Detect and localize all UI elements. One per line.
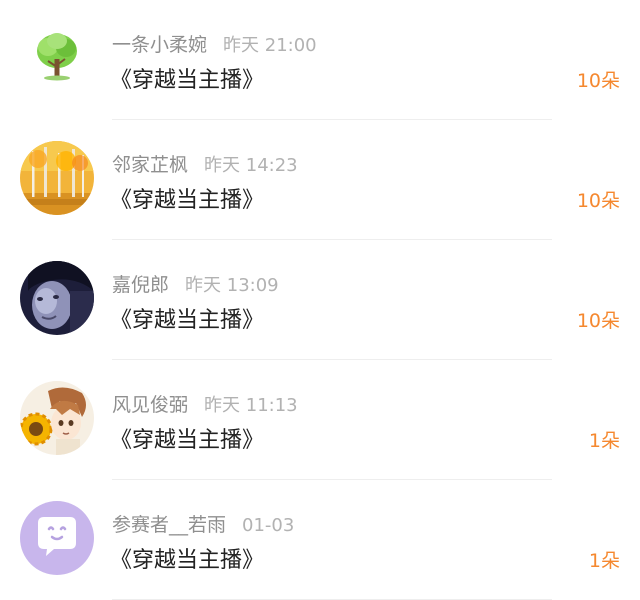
anime-sunflower-avatar-icon xyxy=(20,381,94,455)
tree-avatar-icon xyxy=(20,21,94,95)
sender-name: 嘉倪郎 昨天 13:09 xyxy=(112,274,279,296)
gift-count: 1朵 xyxy=(588,430,620,452)
book-title: 《穿越当主播》 xyxy=(110,308,265,333)
avatar[interactable] xyxy=(20,501,94,575)
list-item[interactable]: 嘉倪郎 昨天 13:09 《穿越当主播》 10朵 xyxy=(0,240,640,360)
book-title: 《穿越当主播》 xyxy=(110,548,265,573)
message-time: 昨天 21:00 xyxy=(223,35,317,56)
avatar[interactable] xyxy=(20,21,94,95)
gift-message-list: 一条小柔婉昨天 21:00 《穿越当主播》 10朵 邻家芷枫昨天 14:23 xyxy=(0,0,640,600)
message-time: 昨天 14:23 xyxy=(204,155,298,176)
list-item[interactable]: 一条小柔婉 昨天 21:00 《穿越当主播》 10朵 xyxy=(0,0,640,120)
sender-name: 邻家芷枫 昨天 14:23 xyxy=(112,154,298,176)
gift-count: 10朵 xyxy=(576,190,620,212)
book-title: 《穿越当主播》 xyxy=(110,68,265,93)
message-time: 昨天 11:13 xyxy=(204,395,298,416)
autumn-forest-avatar-icon xyxy=(20,141,94,215)
book-title: 《穿越当主播》 xyxy=(110,188,265,213)
chat-bubble-avatar-icon xyxy=(20,501,94,575)
list-item[interactable]: 参赛者__若雨 01-03 《穿越当主播》 1朵 xyxy=(0,480,640,600)
avatar[interactable] xyxy=(20,261,94,335)
list-item[interactable]: 风见俊弼 昨天 11:13 《穿越当主播》 1朵 xyxy=(0,360,640,480)
list-item[interactable]: 邻家芷枫 昨天 14:23 《穿越当主播》 10朵 xyxy=(0,120,640,240)
sender-name: 一条小柔婉 昨天 21:00 xyxy=(112,34,317,56)
book-title: 《穿越当主播》 xyxy=(110,428,265,453)
sender-name: 风见俊弼 昨天 11:13 xyxy=(112,394,298,416)
face-photo-avatar-icon xyxy=(20,261,94,335)
gift-count: 1朵 xyxy=(588,550,620,572)
message-time: 01-03 xyxy=(242,515,295,536)
avatar[interactable] xyxy=(20,381,94,455)
gift-count: 10朵 xyxy=(576,70,620,92)
avatar[interactable] xyxy=(20,141,94,215)
message-time: 昨天 13:09 xyxy=(185,275,279,296)
sender-name: 参赛者__若雨 01-03 xyxy=(112,514,295,536)
gift-count: 10朵 xyxy=(576,310,620,332)
